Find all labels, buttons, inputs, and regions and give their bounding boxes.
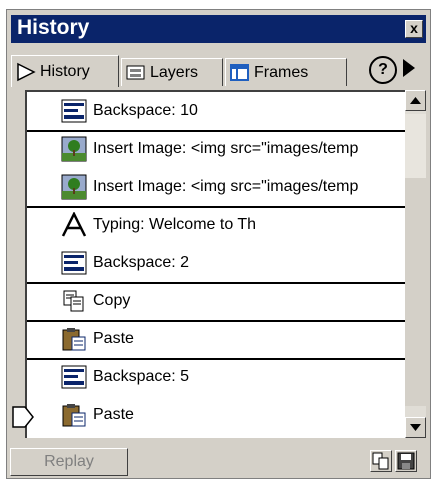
scroll-down-button[interactable]: [405, 417, 426, 438]
list-item[interactable]: Insert Image: <img src="images/temp: [27, 168, 405, 208]
history-item-label: Copy: [93, 292, 131, 309]
list-item[interactable]: Paste: [27, 396, 405, 434]
tab-layers[interactable]: Layers: [121, 58, 223, 86]
typing-icon: [61, 212, 87, 237]
history-item-label: Typing: Welcome to Th: [93, 216, 257, 233]
close-button[interactable]: x: [405, 20, 423, 38]
tab-label: History: [40, 62, 90, 80]
history-item-label: Paste: [93, 406, 134, 423]
panel-title: History: [17, 16, 90, 39]
copy-steps-icon: [372, 452, 389, 470]
list-item[interactable]: Backspace: 5: [27, 358, 405, 396]
tab-history[interactable]: History: [11, 55, 119, 87]
history-item-label: Backspace: 2: [93, 254, 190, 271]
history-item-label: Backspace: 10: [93, 102, 198, 119]
scroll-thumb[interactable]: [405, 114, 426, 178]
insert-image-icon: [61, 136, 87, 162]
help-button[interactable]: ?: [369, 56, 397, 84]
layers-icon: [126, 65, 145, 79]
list-item[interactable]: Backspace: 2: [27, 244, 405, 284]
panel-options-arrow-icon[interactable]: [403, 59, 415, 77]
arrow-down-icon: [410, 424, 421, 431]
list-item[interactable]: Typing: Welcome to Th: [27, 206, 405, 244]
backspace-icon: [61, 251, 87, 275]
panel-titlebar[interactable]: History x: [11, 15, 426, 43]
paste-icon: [62, 404, 86, 427]
scroll-up-button[interactable]: [405, 90, 426, 111]
tab-frames[interactable]: Frames: [225, 58, 347, 86]
play-triangle-icon: [17, 62, 36, 81]
list-item[interactable]: Paste: [27, 320, 405, 360]
backspace-icon: [61, 99, 87, 123]
list-item[interactable]: Backspace: 10: [27, 92, 405, 132]
insert-image-icon: [61, 174, 87, 200]
history-scrollbar[interactable]: [405, 90, 426, 438]
history-item-label: Paste: [93, 330, 134, 347]
list-item[interactable]: Copy: [27, 282, 405, 322]
list-item[interactable]: Insert Image: <img src="images/temp: [27, 130, 405, 168]
replay-button[interactable]: Replay: [10, 448, 128, 476]
save-as-command-button[interactable]: [395, 450, 417, 472]
copy-steps-button[interactable]: [370, 450, 392, 472]
history-item-label: Insert Image: <img src="images/temp: [93, 140, 359, 157]
scroll-track[interactable]: [405, 178, 426, 406]
history-panel: History x History Layers Frames ? Backsp…: [6, 9, 431, 479]
copy-icon: [63, 290, 84, 312]
frames-icon: [230, 63, 249, 81]
history-item-label: Insert Image: <img src="images/temp: [93, 178, 359, 195]
tab-label: Frames: [254, 63, 309, 81]
arrow-up-icon: [410, 97, 421, 104]
tab-label: Layers: [150, 63, 199, 81]
history-slider-handle-icon[interactable]: [11, 404, 35, 430]
panel-tabs: History Layers Frames ?: [11, 50, 426, 87]
history-item-label: Backspace: 5: [93, 368, 190, 385]
backspace-icon: [61, 365, 87, 389]
paste-icon: [62, 328, 86, 351]
save-icon: [397, 452, 415, 470]
history-list[interactable]: Backspace: 10 Insert Image: <img src="im…: [12, 90, 405, 438]
